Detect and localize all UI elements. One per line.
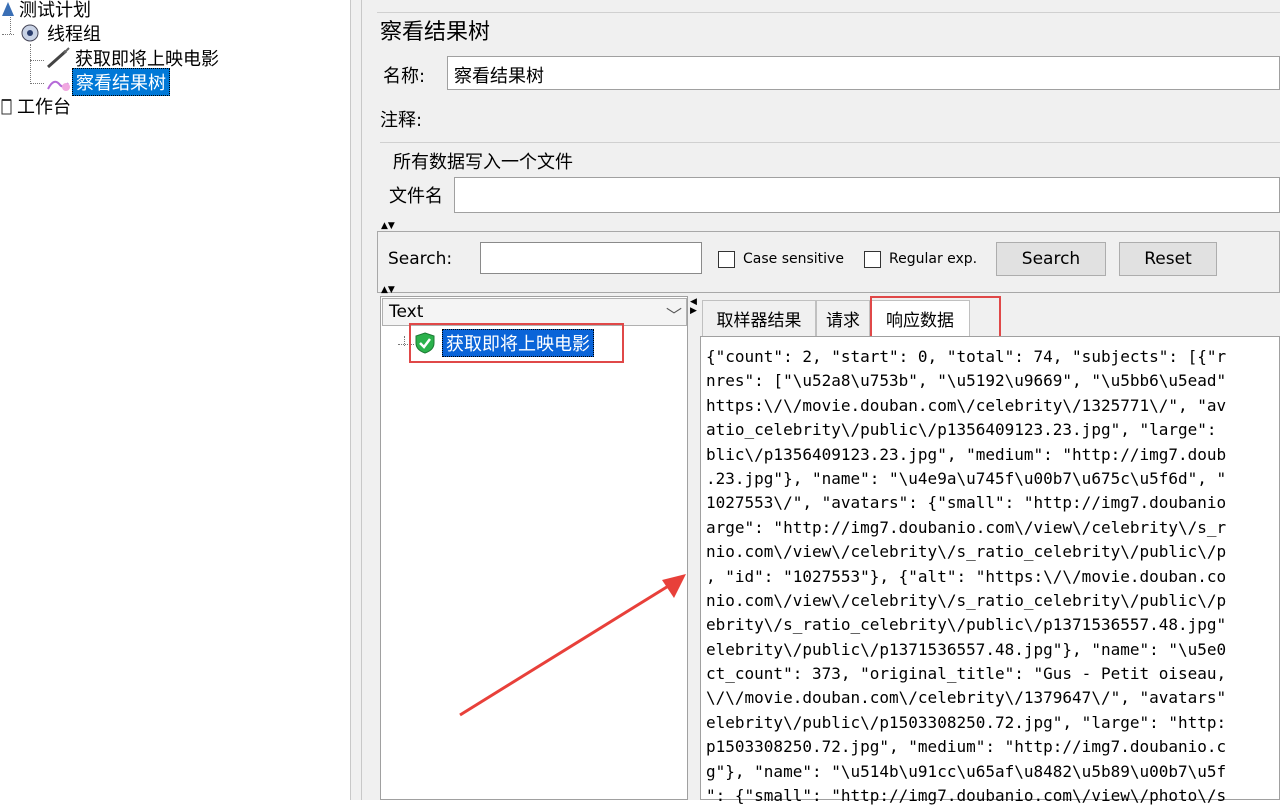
- tree-item-test-plan[interactable]: 测试计划: [0, 0, 94, 21]
- tree-item-workbench[interactable]: 工作台: [0, 95, 74, 118]
- reset-button[interactable]: Reset: [1119, 242, 1217, 276]
- test-plan-tree: 测试计划 线程组 获取即将上映电影 察看结果树 工作台: [0, 0, 350, 800]
- annotation-highlight-box: [870, 296, 1001, 339]
- title-strip: [377, 12, 1280, 47]
- pipette-icon: [47, 47, 70, 69]
- tree-item-http-sampler[interactable]: 获取即将上映电影: [44, 47, 222, 70]
- response-line: ": {"small": "http://img7.doubanio.com\/…: [706, 786, 1227, 806]
- workbench-icon: [1, 99, 12, 115]
- response-line: 1027553\/", "avatars": {"small": "http:/…: [706, 493, 1227, 513]
- name-field[interactable]: 察看结果树: [447, 56, 1280, 90]
- name-label: 名称:: [383, 66, 426, 87]
- tree-item-label: 测试计划: [19, 0, 91, 21]
- split-left-arrow-icon[interactable]: ◀ ▶: [690, 298, 697, 316]
- response-line: atio_celebrity\/public\/p1356409123.23.j…: [706, 420, 1217, 440]
- response-line: p1503308250.72.jpg", "medium": "http://i…: [706, 737, 1227, 757]
- response-line: nio.com\/view\/celebrity\/s_ratio_celebr…: [706, 542, 1227, 562]
- response-line: arge": "http://img7.doubanio.com\/view\/…: [706, 517, 1227, 537]
- response-line: {"count": 2, "start": 0, "total": 74, "s…: [706, 347, 1227, 366]
- tree-connector: [30, 60, 44, 61]
- tree-connector: [30, 83, 44, 84]
- response-line: nio.com\/view\/celebrity\/s_ratio_celebr…: [706, 590, 1227, 610]
- panel-title: 察看结果树: [380, 20, 491, 45]
- tab-request[interactable]: 请求: [816, 300, 870, 336]
- tree-connector: [30, 44, 31, 84]
- response-line: .23.jpg"}, "name": "\u4e9a\u745f\u00b7\u…: [706, 468, 1227, 488]
- renderer-select-value: Text: [389, 302, 424, 322]
- regex-label: Regular exp.: [889, 251, 978, 267]
- search-input[interactable]: [480, 242, 702, 274]
- comment-label: 注释:: [380, 110, 423, 131]
- tree-item-label: 线程组: [47, 24, 101, 45]
- response-line: blic\/p1356409123.23.jpg", "medium": "ht…: [706, 444, 1227, 464]
- response-line: elebrity\/public\/p1371536557.48.jpg"}, …: [706, 639, 1227, 659]
- response-line: ebrity\/s_ratio_celebrity\/public\/p1371…: [706, 615, 1227, 635]
- response-data-text: {"count": 2, "start": 0, "total": 74, "s…: [706, 345, 1280, 808]
- tree-connector: [2, 34, 14, 35]
- comment-field[interactable]: [438, 98, 1280, 136]
- case-sensitive-label: Case sensitive: [743, 251, 844, 267]
- results-tree-icon: [47, 80, 70, 91]
- thread-group-icon: [21, 24, 39, 42]
- renderer-select[interactable]: [382, 298, 687, 326]
- tab-sampler-result[interactable]: 取样器结果: [702, 300, 816, 336]
- response-line: , "id": "1027553"}, {"alt": "https:\/\/m…: [706, 566, 1227, 586]
- tree-item-label: 察看结果树: [72, 68, 170, 96]
- write-to-file-title: 所有数据写入一个文件: [393, 152, 573, 173]
- split-up-arrow-icon[interactable]: ▲▼: [381, 222, 395, 231]
- annotation-highlight-box: [409, 323, 624, 363]
- response-line: g"}, "name": "\u514b\u91cc\u65af\u8482\u…: [706, 761, 1227, 781]
- search-label: Search:: [388, 249, 453, 269]
- regex-checkbox[interactable]: [864, 251, 881, 268]
- case-sensitive-checkbox[interactable]: [718, 251, 735, 268]
- tree-item-thread-group[interactable]: 线程组: [14, 22, 104, 45]
- tree-item-results-tree[interactable]: 察看结果树: [44, 68, 170, 96]
- response-line: https:\/\/movie.douban.com\/celebrity\/1…: [706, 395, 1227, 415]
- filename-label: 文件名: [389, 186, 443, 207]
- tree-item-label: 工作台: [17, 97, 71, 118]
- response-line: elebrity\/public\/p1503308250.72.jpg", "…: [706, 712, 1227, 732]
- test-plan-icon: [2, 2, 14, 16]
- split-pane-divider[interactable]: [350, 0, 362, 800]
- filename-field[interactable]: [454, 177, 1280, 213]
- response-line: nres": ["\u52a8\u753b", "\u5192\u9669", …: [706, 371, 1227, 391]
- split-down-arrow-icon[interactable]: ▲▼: [381, 286, 395, 295]
- annotation-arrow-icon: [459, 574, 686, 717]
- search-button[interactable]: Search: [996, 242, 1106, 276]
- chevron-down-icon[interactable]: ﹀: [666, 302, 682, 326]
- response-line: ct_count": 373, "original_title": "Gus -…: [706, 664, 1227, 684]
- response-line: \/\/movie.douban.com\/celebrity\/1379647…: [706, 688, 1227, 708]
